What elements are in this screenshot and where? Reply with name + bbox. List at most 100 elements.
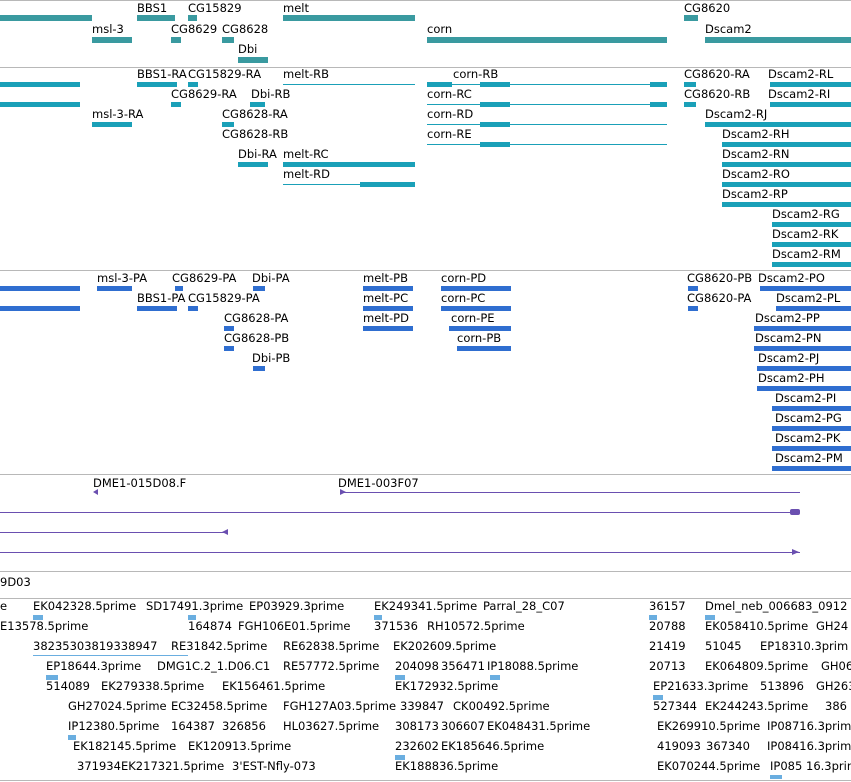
est-label[interactable]: e	[0, 600, 7, 613]
protein-label[interactable]: Dscam2-PK	[775, 432, 840, 445]
est-label[interactable]: EP18644.3prime	[46, 660, 141, 673]
est-label[interactable]: 38235303819338947	[33, 640, 157, 653]
protein-bar[interactable]	[188, 306, 198, 311]
protein-label[interactable]: Dscam2-PG	[775, 412, 842, 425]
gene-bar[interactable]	[222, 37, 234, 43]
gene-label[interactable]: melt	[283, 2, 309, 15]
protein-label[interactable]: Dscam2-PM	[775, 452, 843, 465]
transcript-label[interactable]: Dscam2-RL	[768, 68, 833, 81]
protein-label[interactable]: Dscam2-PJ	[758, 352, 819, 365]
est-label[interactable]: 20788	[649, 620, 686, 633]
protein-bar[interactable]	[97, 286, 132, 291]
est-label[interactable]: 16.3prim	[806, 760, 851, 773]
est-label[interactable]: 51045	[705, 640, 742, 653]
protein-label[interactable]: CG8620-PB	[687, 272, 752, 285]
gene-label[interactable]: Dbi	[238, 43, 257, 56]
transcript-label[interactable]: Dscam2-RP	[722, 188, 788, 201]
transcript-label[interactable]: Dscam2-RG	[772, 208, 840, 221]
transcript-label[interactable]: Dscam2-RH	[722, 128, 790, 141]
est-label[interactable]: EK120913.5prime	[188, 740, 291, 753]
protein-label[interactable]: corn-PD	[441, 272, 486, 285]
est-label[interactable]: 164874	[188, 620, 232, 633]
transcript-bar[interactable]	[0, 82, 80, 87]
transcript-bar[interactable]	[92, 122, 132, 127]
est-label[interactable]: DMG1C.2_1.D06.C1	[157, 660, 270, 673]
protein-label[interactable]: corn-PB	[457, 332, 501, 345]
est-label[interactable]: 306607	[441, 720, 485, 733]
transcript-label[interactable]: Dscam2-RN	[722, 148, 789, 161]
est-label[interactable]: EK249341.5prime	[374, 600, 477, 613]
est-label[interactable]: EK058410.5prime	[705, 620, 808, 633]
est-label[interactable]: IP12380.5prime	[68, 720, 159, 733]
transcript-bar[interactable]	[0, 102, 80, 107]
gene-bar[interactable]	[684, 15, 698, 21]
transcript-label[interactable]: corn-RC	[427, 88, 472, 101]
est-label[interactable]: EK202609.5prime	[393, 640, 496, 653]
clone-label[interactable]: DME1-003F07	[338, 477, 419, 490]
est-label[interactable]: RH10572.5prime	[427, 620, 525, 633]
transcript-bar[interactable]	[360, 182, 415, 187]
est-label[interactable]: SD17491.3prime	[146, 600, 243, 613]
gene-bar[interactable]	[283, 15, 415, 21]
transcript-label[interactable]: CG8628-RB	[222, 128, 288, 141]
protein-bar[interactable]	[457, 346, 511, 351]
est-label[interactable]: 386	[825, 700, 847, 713]
est-label[interactable]: 371536	[374, 620, 418, 633]
transcript-bar[interactable]	[650, 102, 667, 107]
est-label[interactable]: 527344	[653, 700, 697, 713]
est-label[interactable]: 326856	[222, 720, 266, 733]
transcript-label[interactable]: melt-RD	[283, 168, 330, 181]
est-label[interactable]: FGH127A03.5prime	[283, 700, 396, 713]
est-label[interactable]: IP18088.5prime	[487, 660, 578, 673]
transcript-bar[interactable]	[770, 102, 851, 107]
transcript-bar[interactable]	[238, 162, 268, 167]
est-label[interactable]: GH06	[821, 660, 851, 673]
protein-label[interactable]: Dscam2-PI	[775, 392, 836, 405]
transcript-label[interactable]: CG8620-RB	[684, 88, 750, 101]
transcript-bar[interactable]	[480, 142, 510, 147]
est-label[interactable]: EK188836.5prime	[395, 760, 498, 773]
est-label[interactable]: GH263	[816, 680, 851, 693]
protein-bar[interactable]	[688, 306, 698, 311]
protein-label[interactable]: CG15829-PA	[188, 292, 260, 305]
est-label[interactable]: EK042328.5prime	[33, 600, 136, 613]
est-label[interactable]: 356471	[441, 660, 485, 673]
est-label[interactable]: EK182145.5prime	[73, 740, 176, 753]
est-label[interactable]: 21419	[649, 640, 686, 653]
est-label[interactable]: 232602	[395, 740, 439, 753]
gene-bar[interactable]	[705, 37, 851, 43]
protein-label[interactable]: melt-PC	[363, 292, 408, 305]
transcript-bar[interactable]	[480, 82, 510, 87]
protein-label[interactable]: melt-PD	[363, 312, 409, 325]
transcript-bar[interactable]	[772, 262, 851, 267]
clone-line[interactable]	[0, 532, 228, 533]
transcript-bar[interactable]	[480, 122, 510, 127]
transcript-label[interactable]: corn-RE	[427, 128, 472, 141]
gene-label[interactable]: CG8629	[171, 23, 217, 36]
protein-label[interactable]: msl-3-PA	[97, 272, 147, 285]
est-label[interactable]: 514089	[46, 680, 90, 693]
transcript-bar[interactable]	[650, 82, 667, 87]
protein-label[interactable]: corn-PC	[441, 292, 485, 305]
gene-bar[interactable]	[171, 37, 181, 43]
clone-label[interactable]: DME1-015D08.F	[93, 477, 186, 490]
protein-label[interactable]: melt-PB	[363, 272, 408, 285]
clone-line[interactable]	[0, 552, 800, 553]
transcript-label[interactable]: Dscam2-RK	[772, 228, 838, 241]
est-label[interactable]: EP18310.3prim	[760, 640, 848, 653]
protein-bar[interactable]	[0, 286, 80, 291]
est-label[interactable]: EK244243.5prime	[705, 700, 808, 713]
protein-label[interactable]: Dscam2-PO	[758, 272, 825, 285]
est-label[interactable]: E13578.5prime	[0, 620, 88, 633]
est-label[interactable]: EK048431.5prime	[487, 720, 590, 733]
gene-bar[interactable]	[137, 15, 175, 21]
est-label[interactable]: 204098	[395, 660, 439, 673]
gene-label[interactable]: msl-3	[92, 23, 124, 36]
est-label[interactable]: EK217321.5prime	[121, 760, 224, 773]
est-label[interactable]: Parral_28_C07	[483, 600, 565, 613]
transcript-label[interactable]: corn-RB	[453, 68, 498, 81]
protein-label[interactable]: CG8629-PA	[172, 272, 236, 285]
est-label[interactable]: EK156461.5prime	[222, 680, 325, 693]
est-label[interactable]: EK185646.5prime	[441, 740, 544, 753]
gene-label[interactable]: corn	[427, 23, 452, 36]
